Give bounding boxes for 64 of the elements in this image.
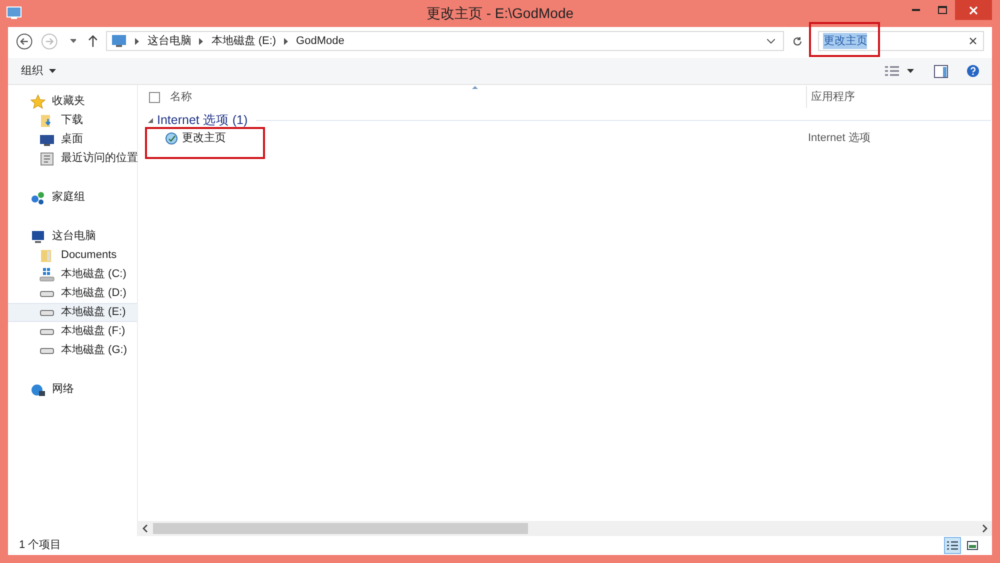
address-bar[interactable]: 这台电脑 本地磁盘 (E:) GodMode [106, 31, 784, 51]
preview-pane-icon[interactable] [934, 64, 948, 78]
nav-item[interactable]: 网络 [8, 380, 137, 399]
computer-icon [30, 228, 46, 244]
control-panel-icon [165, 132, 178, 144]
nav-item[interactable]: 本地磁盘 (D:) [8, 284, 137, 303]
recent-places-icon [39, 150, 55, 166]
breadcrumb[interactable]: 这台电脑 [147, 32, 192, 50]
caret-icon[interactable] [70, 39, 76, 43]
organize-menu[interactable]: 组织 [21, 62, 56, 80]
column-header[interactable]: 名称 [170, 88, 806, 106]
status-text: 1 个项目 [19, 538, 62, 554]
drive-icon [40, 328, 54, 334]
drive-icon [40, 348, 54, 354]
computer-icon [111, 33, 128, 49]
thumbnail-view-icon [967, 541, 978, 550]
back-icon[interactable] [16, 32, 33, 50]
search-field[interactable]: 更改主页 [818, 31, 984, 51]
nav-item[interactable]: 本地磁盘 (G:) [8, 341, 137, 360]
window-title: 更改主页 - E:\GodMode [426, 4, 574, 23]
nav-item[interactable]: 本地磁盘 (F:) [8, 322, 137, 341]
drive-icon [40, 310, 54, 316]
details-view-button[interactable] [944, 537, 961, 554]
group-header[interactable]: Internet 选项 (1) [157, 110, 248, 130]
select-all-checkbox[interactable] [149, 92, 160, 102]
search-text: 更改主页 [823, 32, 868, 50]
scrollbar-thumb[interactable] [153, 523, 528, 534]
nav-item[interactable]: 桌面 [8, 130, 137, 149]
breadcrumb[interactable]: GodMode [296, 32, 344, 50]
chevron-down-icon[interactable] [767, 38, 776, 44]
table-cell-text: Internet 选项 [808, 130, 870, 146]
chevron-right-icon[interactable] [199, 38, 204, 44]
refresh-icon[interactable] [792, 36, 804, 46]
homegroup-icon [30, 190, 46, 206]
nav-item[interactable]: Documents [8, 246, 137, 265]
view-list-icon[interactable] [885, 66, 899, 76]
column-header[interactable]: 应用程序 [806, 86, 992, 108]
nav-item[interactable]: 本地磁盘 (E:) [8, 303, 137, 322]
nav-item[interactable]: 收藏夹 [8, 92, 137, 111]
annotation-box [809, 22, 880, 57]
close-icon [969, 6, 978, 14]
chevron-right-icon[interactable] [284, 38, 288, 44]
file-item[interactable]: 更改主页 [165, 130, 805, 146]
details-view-icon [947, 541, 958, 550]
star-icon [30, 94, 46, 110]
sort-arrow-icon [472, 86, 478, 89]
breadcrumb[interactable]: 本地磁盘 (E:) [211, 32, 276, 50]
nav-item[interactable]: 家庭组 [8, 188, 137, 207]
help-icon[interactable] [967, 65, 979, 77]
clear-icon[interactable] [969, 37, 978, 45]
drive-icon [40, 290, 54, 296]
caret-icon [49, 69, 56, 73]
nav-item[interactable]: 最近访问的位置 [8, 149, 137, 168]
system-drive-icon [39, 266, 55, 282]
network-icon [30, 382, 46, 398]
up-arrow-icon[interactable] [88, 35, 98, 47]
chevron-right-icon[interactable] [135, 38, 140, 44]
close-button[interactable] [955, 0, 992, 20]
caret-icon[interactable] [907, 69, 914, 73]
expanded-icon[interactable] [148, 118, 153, 122]
nav-item[interactable]: 这台电脑 [8, 227, 137, 246]
explorer-icon [6, 5, 22, 21]
nav-item[interactable]: 本地磁盘 (C:) [8, 265, 137, 284]
nav-item[interactable]: 下载 [8, 111, 137, 130]
